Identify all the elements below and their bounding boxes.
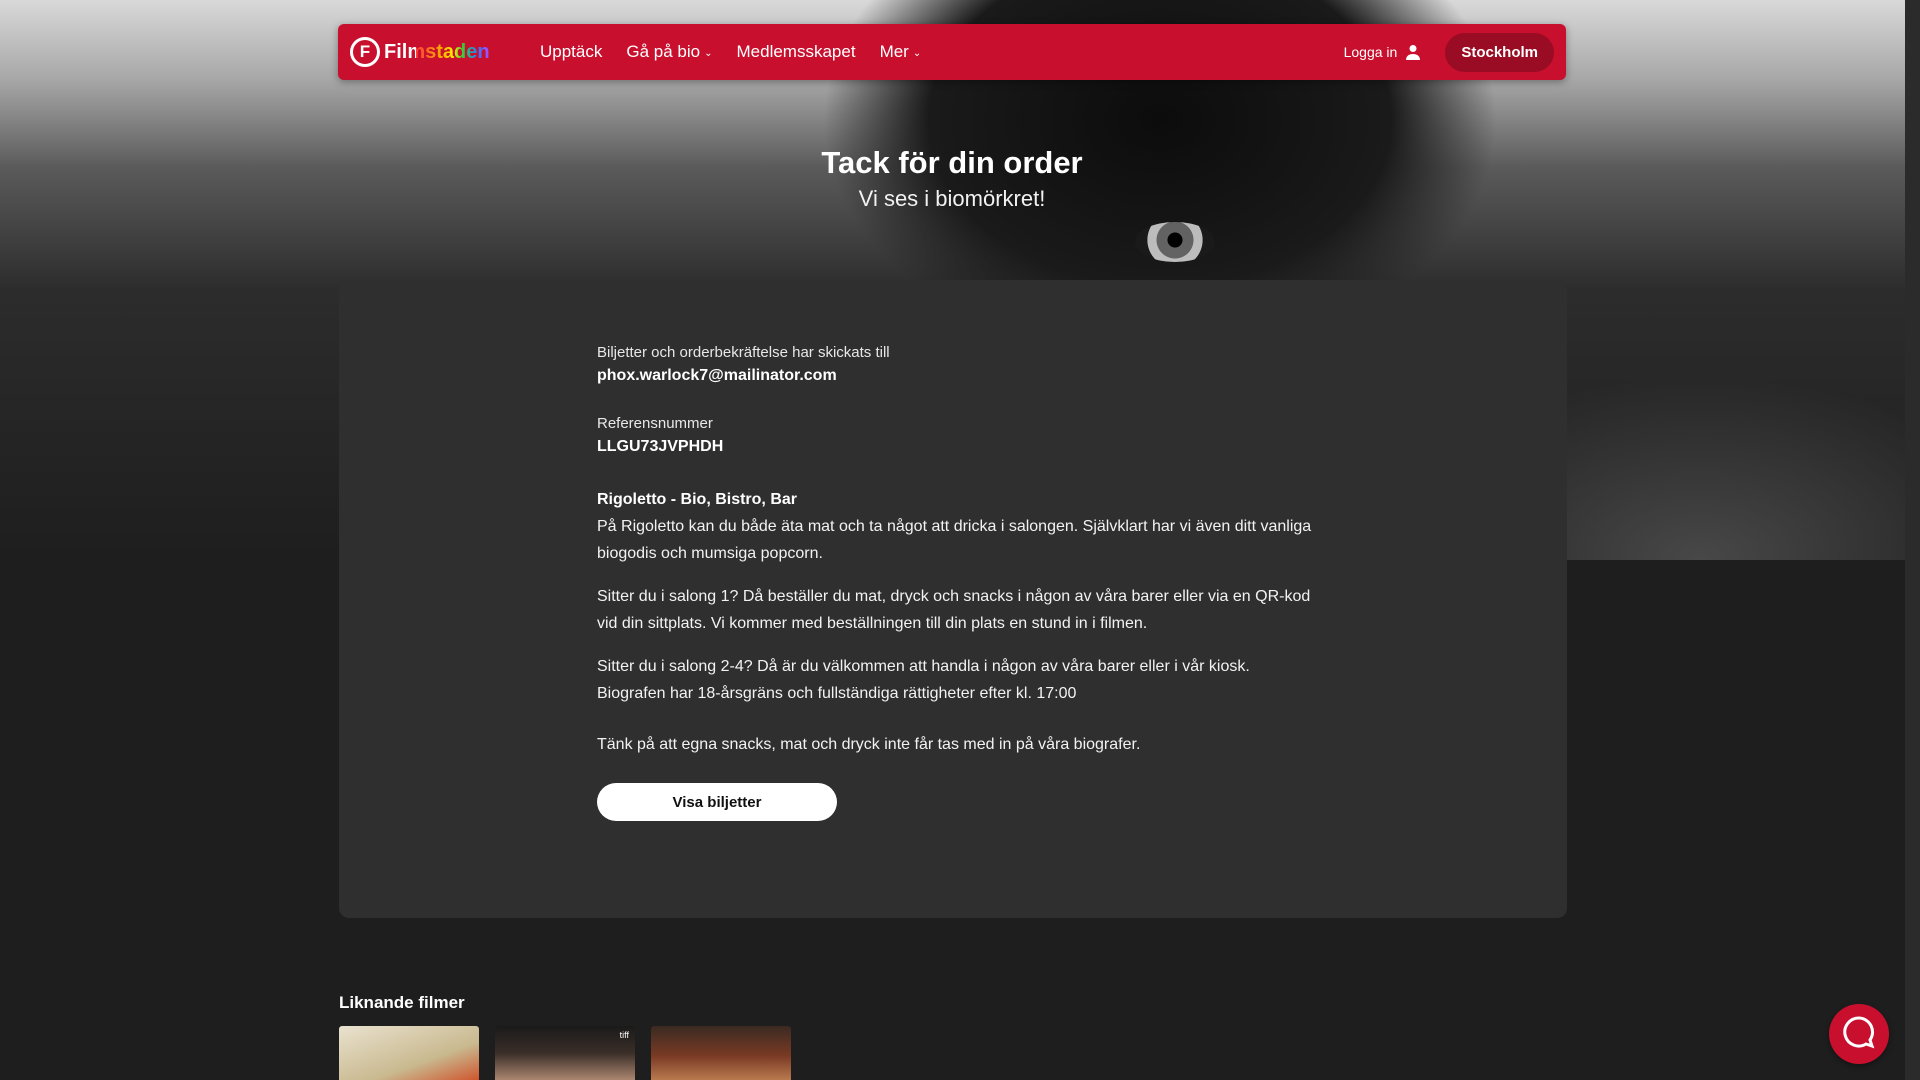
menu-item-medlemsskapet[interactable]: Medlemsskapet [737,42,856,62]
nav-right: Logga in Stockholm [1344,32,1554,72]
age-limit-paragraph: Biografen har 18-årsgräns och fullständi… [597,685,1077,702]
salon2-4-paragraph: Sitter du i salong 2-4? Då är du välkomm… [597,658,1250,675]
menu-item-label: Gå på bio [626,42,701,61]
menu-item-upptack[interactable]: Upptäck [540,42,602,62]
show-tickets-button[interactable]: Visa biljetter [597,783,837,821]
chevron-down-icon: ⌄ [704,47,713,59]
poster-tag: tiff [619,1030,629,1040]
scrollbar[interactable] [1905,0,1920,1080]
menu-item-ga-pa-bio[interactable]: Gå på bio ⌄ [626,42,712,62]
menu-item-mer[interactable]: Mer ⌄ [880,42,922,62]
menu-item-label: Medlemsskapet [736,42,856,61]
logo[interactable]: F Filmstaden [350,37,526,67]
sent-to-label: Biljetter och orderbekräftelse har skick… [597,344,890,361]
similar-movies-list: tiff [339,1026,791,1080]
hero-image-detail [1135,222,1215,262]
reference-label: Referensnummer [597,415,713,432]
login-button[interactable]: Logga in [1344,44,1422,60]
city-selector-button[interactable]: Stockholm [1445,32,1554,72]
movie-poster[interactable] [651,1026,791,1080]
page-title: Tack för din order [821,145,1083,180]
email-block: Biljetter och orderbekräftelse har skick… [597,344,1327,385]
order-details: Biljetter och orderbekräftelse har skick… [597,344,1327,821]
email-value: phox.warlock7@mailinator.com [597,367,837,384]
help-chat-button[interactable] [1829,1004,1889,1064]
login-label: Logga in [1343,44,1398,60]
venue-info-paragraph: På Rigoletto kan du både äta mat och ta … [597,518,1312,562]
reference-value: LLGU73JVPHDH [597,438,724,455]
page-subtitle: Vi ses i biomörkret! [858,186,1046,211]
menu-item-label: Upptäck [540,42,603,61]
snacks-notice-paragraph: Tänk på att egna snacks, mat och dryck i… [597,736,1141,753]
top-navigation: F Filmstaden Upptäck Gå på bio ⌄ Medlems… [338,24,1566,80]
chevron-down-icon: ⌄ [912,47,922,59]
reference-block: Referensnummer LLGU73JVPHDH [597,415,1327,456]
order-confirmation-card: Biljetter och orderbekräftelse har skick… [339,280,1567,918]
logo-text: Filmstaden [384,40,490,63]
user-icon [1405,44,1421,60]
movie-poster[interactable] [339,1026,479,1080]
chat-bubble-icon [1842,1015,1876,1054]
movie-poster[interactable]: tiff [495,1026,635,1080]
logo-mark: F [350,37,380,67]
main-menu: Upptäck Gå på bio ⌄ Medlemsskapet Mer ⌄ [540,42,921,62]
venue-title: Rigoletto - Bio, Bistro, Bar [597,491,797,508]
similar-movies-title: Liknande filmer [339,993,465,1012]
menu-item-label: Mer [879,42,909,61]
salon1-paragraph: Sitter du i salong 1? Då beställer du ma… [597,588,1311,632]
